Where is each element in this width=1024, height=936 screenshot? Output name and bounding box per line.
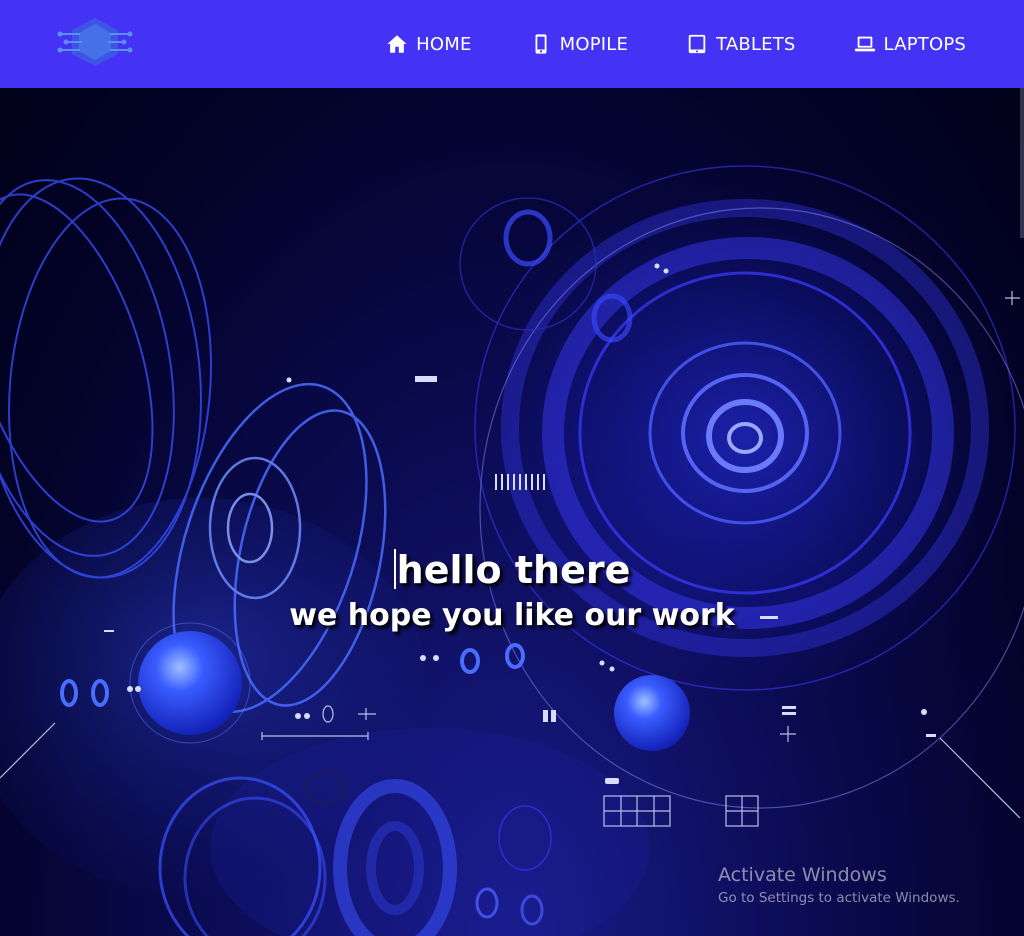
top-navbar: HOME MOPILE TABLETS LAPTOPS bbox=[0, 0, 1024, 88]
page: HOME MOPILE TABLETS LAPTOPS hello there … bbox=[0, 0, 1024, 936]
hero-title-text: hello there bbox=[396, 548, 631, 592]
home-icon bbox=[387, 35, 407, 53]
activate-windows-watermark: Activate Windows Go to Settings to activ… bbox=[718, 862, 960, 908]
scrollbar[interactable] bbox=[1020, 88, 1024, 238]
nav-link-label: LAPTOPS bbox=[883, 33, 966, 55]
nav-link-home[interactable]: HOME bbox=[386, 33, 471, 55]
nav-link-tablets[interactable]: TABLETS bbox=[686, 33, 795, 55]
nav-link-mobile[interactable]: MOPILE bbox=[530, 33, 628, 55]
mobile-phone-icon bbox=[535, 34, 547, 54]
text-caret bbox=[393, 549, 396, 589]
nav-link-label: HOME bbox=[416, 33, 472, 55]
nav-link-label: TABLETS bbox=[716, 33, 796, 55]
abstract-blue-rings-tech-icon bbox=[0, 148, 1024, 936]
nav-links: HOME MOPILE TABLETS LAPTOPS bbox=[386, 0, 966, 88]
hero-subtitle: we hope you like our work bbox=[289, 598, 735, 633]
nav-link-label: MOPILE bbox=[559, 33, 629, 55]
laptop-icon bbox=[854, 36, 875, 52]
hero-title: hello there bbox=[0, 546, 1024, 594]
watermark-title: Activate Windows bbox=[718, 864, 887, 886]
circuit-hexagon-logo-icon[interactable] bbox=[56, 14, 134, 70]
hero-section: hello there we hope you like our work Ac… bbox=[0, 88, 1024, 936]
nav-link-laptops[interactable]: LAPTOPS bbox=[854, 33, 966, 55]
watermark-subtitle: Go to Settings to activate Windows. bbox=[718, 890, 960, 906]
tablet-icon bbox=[688, 34, 706, 54]
